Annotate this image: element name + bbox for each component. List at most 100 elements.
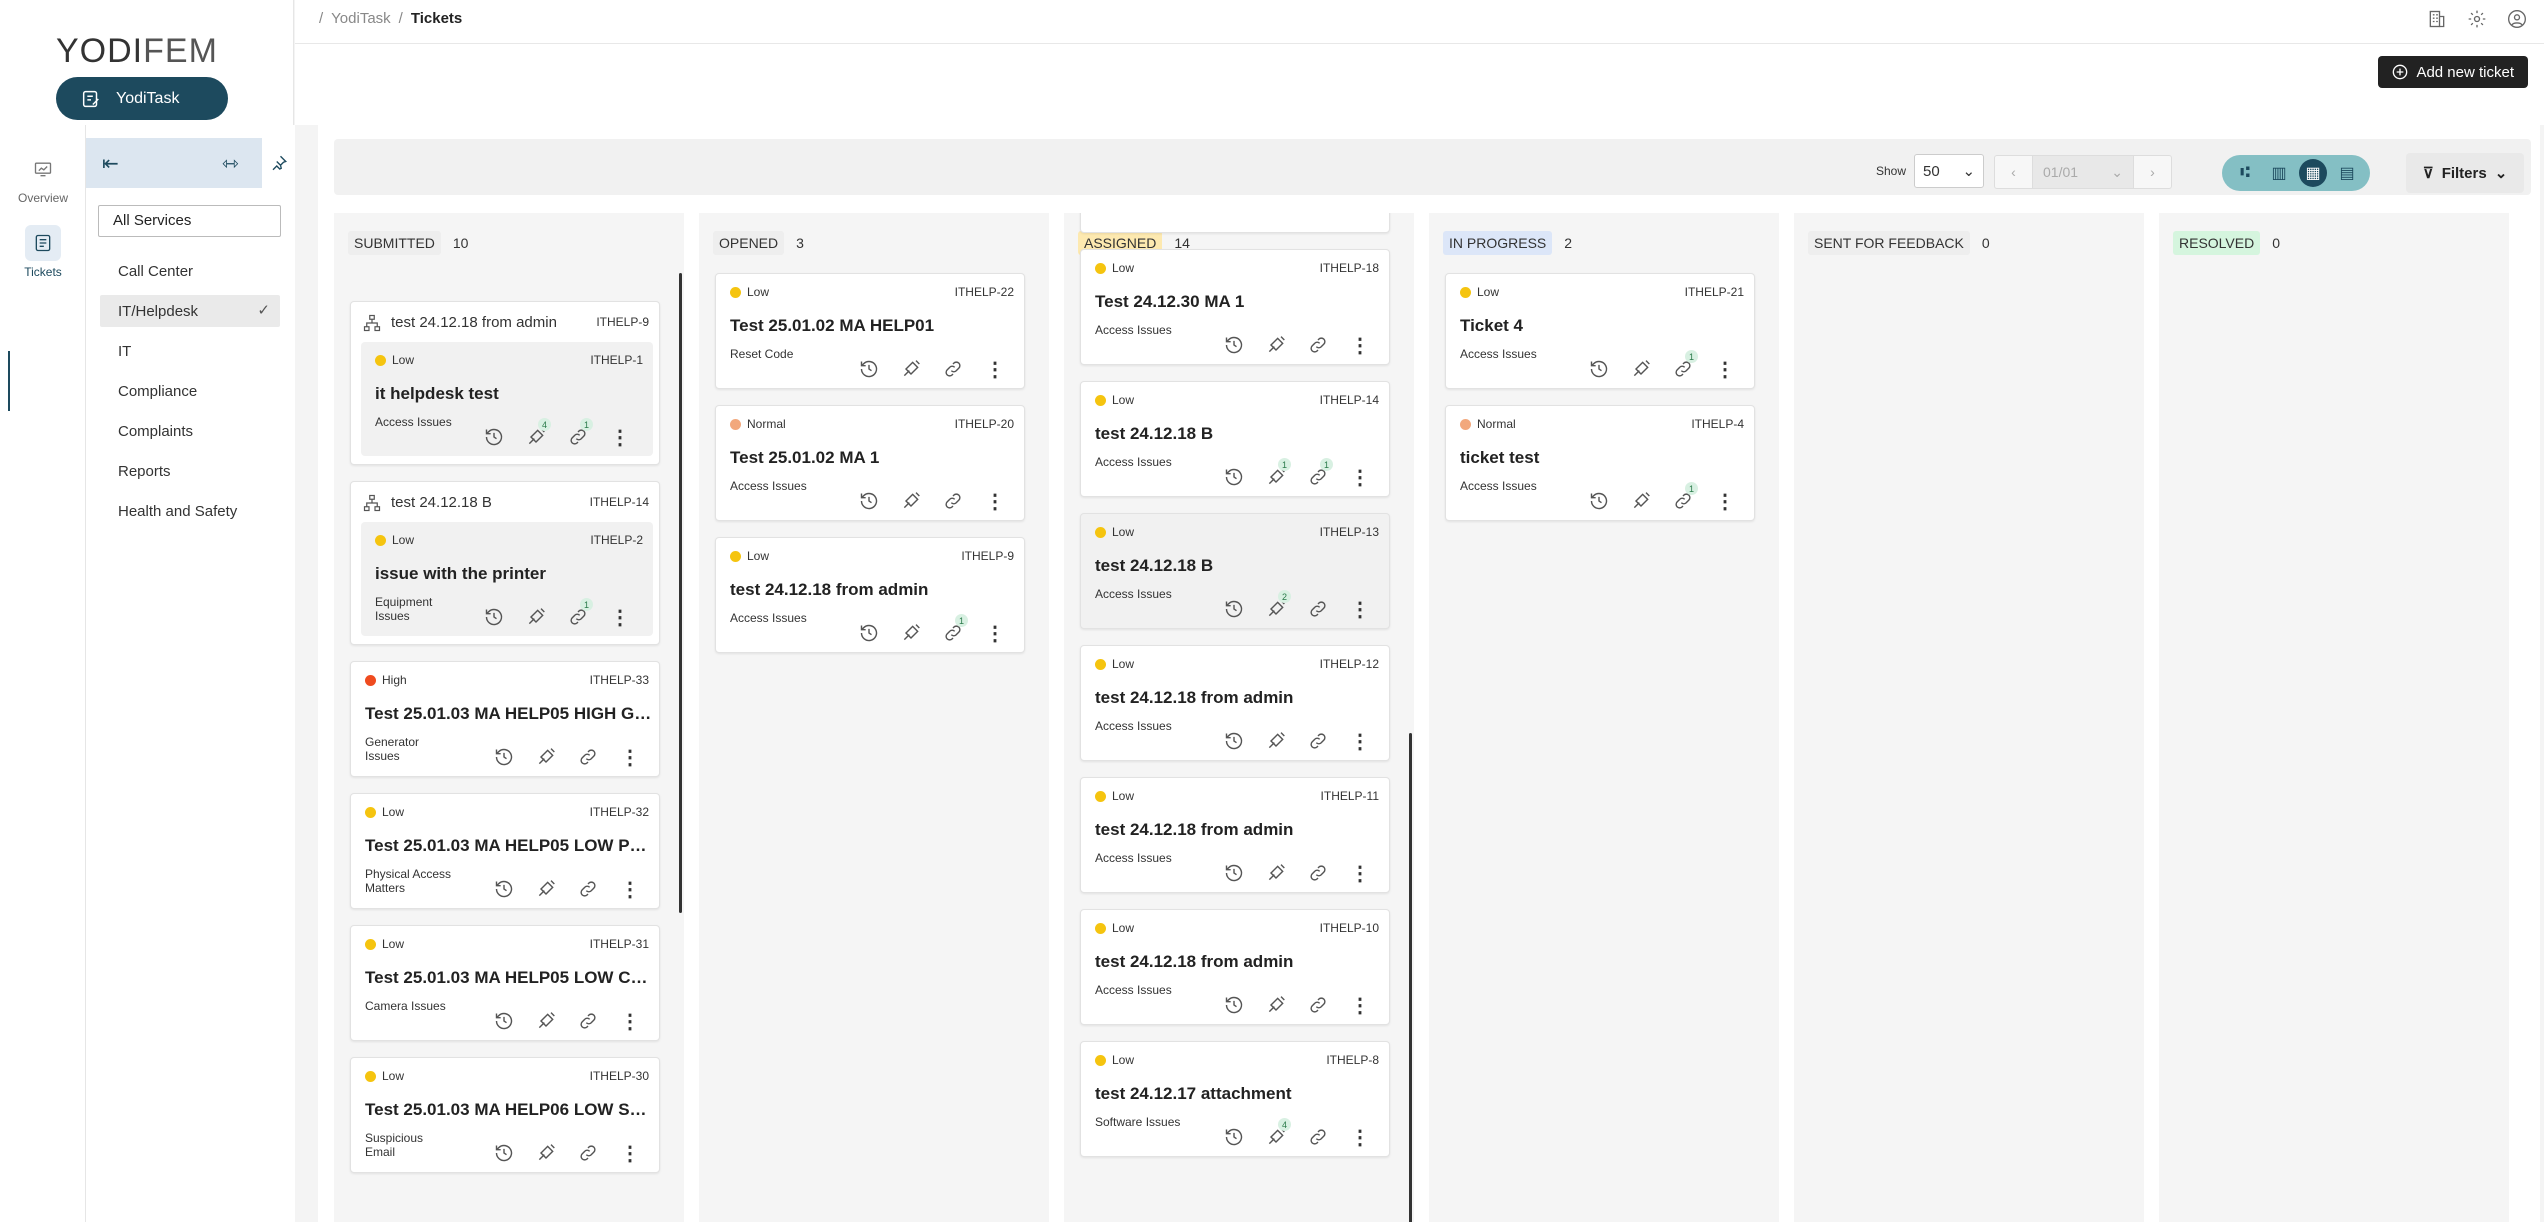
link-icon[interactable] bbox=[1305, 860, 1331, 886]
ticket-title[interactable]: Test 25.01.03 MA HELP05 LOW Physic... bbox=[365, 836, 655, 856]
link-icon[interactable]: 1 bbox=[1305, 458, 1333, 490]
history-icon[interactable] bbox=[1221, 860, 1247, 886]
link-icon[interactable]: 1 bbox=[1670, 350, 1698, 382]
rail-item-overview[interactable]: Overview bbox=[0, 151, 86, 205]
link-icon[interactable] bbox=[940, 488, 966, 514]
service-item-reports[interactable]: Reports bbox=[100, 455, 280, 487]
link-icon[interactable] bbox=[940, 356, 966, 382]
assign-icon[interactable] bbox=[533, 744, 559, 770]
ticket-title[interactable]: issue with the printer bbox=[375, 564, 665, 584]
history-icon[interactable] bbox=[491, 1140, 517, 1166]
history-icon[interactable] bbox=[1221, 596, 1247, 622]
ticket-card[interactable]: High ITHELP-33 Test 25.01.03 MA HELP05 HIG… bbox=[350, 661, 660, 777]
assign-icon[interactable] bbox=[1263, 992, 1289, 1018]
service-item-complaints[interactable]: Complaints bbox=[100, 415, 280, 447]
services-search-input[interactable]: All Services bbox=[98, 205, 281, 237]
more-options-icon[interactable]: ⋮ bbox=[982, 356, 1008, 382]
ticket-card[interactable]: Normal ITHELP-4 ticket test Access Issues 1 ⋮ bbox=[1445, 405, 1755, 521]
link-icon[interactable]: 1 bbox=[565, 418, 593, 450]
rail-item-tickets[interactable]: Tickets bbox=[0, 225, 86, 279]
ticket-card-partial[interactable] bbox=[1080, 213, 1390, 233]
ticket-card[interactable]: Low ITHELP-21 Ticket 4 Access Issues 1 ⋮ bbox=[1445, 273, 1755, 389]
more-options-icon[interactable]: ⋮ bbox=[1347, 332, 1373, 358]
link-icon[interactable] bbox=[1305, 332, 1331, 358]
more-options-icon[interactable]: ⋮ bbox=[1712, 488, 1738, 514]
more-options-icon[interactable]: ⋮ bbox=[1347, 1124, 1373, 1150]
history-icon[interactable] bbox=[1586, 488, 1612, 514]
ticket-title[interactable]: Test 25.01.03 MA HELP05 HIGH Gener... bbox=[365, 704, 655, 724]
assign-icon[interactable]: 4 bbox=[1263, 1118, 1291, 1150]
history-icon[interactable] bbox=[491, 744, 517, 770]
ticket-title[interactable]: test 24.12.17 attachment bbox=[1095, 1084, 1385, 1104]
child-ticket-card[interactable]: Low ITHELP-2 issue with the printer Equipme… bbox=[361, 522, 653, 636]
history-icon[interactable] bbox=[1221, 728, 1247, 754]
history-icon[interactable] bbox=[1221, 1124, 1247, 1150]
link-icon[interactable]: 1 bbox=[1670, 482, 1698, 514]
history-icon[interactable] bbox=[481, 424, 507, 450]
app-switch-button[interactable]: YodiTask bbox=[56, 77, 228, 120]
assign-icon[interactable]: 4 bbox=[523, 418, 551, 450]
ticket-card[interactable]: Low ITHELP-14 test 24.12.18 B Access Issues… bbox=[1080, 381, 1390, 497]
ticket-title[interactable]: Test 25.01.03 MA HELP06 LOW Suspic... bbox=[365, 1100, 655, 1120]
history-icon[interactable] bbox=[481, 604, 507, 630]
more-options-icon[interactable]: ⋮ bbox=[1347, 596, 1373, 622]
more-options-icon[interactable]: ⋮ bbox=[607, 424, 633, 450]
assign-icon[interactable] bbox=[1263, 728, 1289, 754]
history-icon[interactable] bbox=[856, 356, 882, 382]
service-item-call-center[interactable]: Call Center bbox=[100, 255, 280, 287]
ticket-card[interactable]: Low ITHELP-10 test 24.12.18 from admin Acce… bbox=[1080, 909, 1390, 1025]
more-options-icon[interactable]: ⋮ bbox=[1712, 356, 1738, 382]
resize-icon[interactable]: ⇿ bbox=[222, 151, 262, 176]
history-icon[interactable] bbox=[1221, 992, 1247, 1018]
link-icon[interactable] bbox=[575, 744, 601, 770]
service-item-health-and-safety[interactable]: Health and Safety bbox=[100, 495, 280, 527]
service-item-it-helpdesk[interactable]: IT/Helpdesk ✓ bbox=[100, 295, 280, 327]
assign-icon[interactable] bbox=[1628, 488, 1654, 514]
ticket-title[interactable]: ticket test bbox=[1460, 448, 1750, 468]
table-view-icon[interactable]: ▥ bbox=[2265, 159, 2293, 187]
ticket-title[interactable]: Test 25.01.02 MA HELP01 bbox=[730, 316, 1020, 336]
link-icon[interactable] bbox=[575, 876, 601, 902]
column-scrollbar[interactable] bbox=[679, 273, 682, 913]
tree-view-icon[interactable]: ⑆ bbox=[2231, 159, 2259, 187]
history-icon[interactable] bbox=[856, 620, 882, 646]
ticket-title[interactable]: Test 25.01.02 MA 1 bbox=[730, 448, 1020, 468]
ticket-card[interactable]: Low ITHELP-31 Test 25.01.03 MA HELP05 LOW … bbox=[350, 925, 660, 1041]
column-scrollbar[interactable] bbox=[1409, 733, 1412, 1222]
ticket-title[interactable]: it helpdesk test bbox=[375, 384, 665, 404]
ticket-title[interactable]: test 24.12.18 B bbox=[1095, 424, 1385, 444]
collapse-left-icon[interactable]: ⇤ bbox=[86, 151, 222, 176]
history-icon[interactable] bbox=[491, 1008, 517, 1034]
ticket-group-card[interactable]: test 24.12.18 from admin ITHELP-9 Low ITHEL… bbox=[350, 301, 660, 465]
more-options-icon[interactable]: ⋮ bbox=[982, 488, 1008, 514]
history-icon[interactable] bbox=[1586, 356, 1612, 382]
more-options-icon[interactable]: ⋮ bbox=[617, 876, 643, 902]
service-item-it[interactable]: IT bbox=[100, 335, 280, 367]
add-ticket-button[interactable]: Add new ticket bbox=[2378, 56, 2528, 88]
history-icon[interactable] bbox=[1221, 332, 1247, 358]
more-options-icon[interactable]: ⋮ bbox=[1347, 728, 1373, 754]
history-icon[interactable] bbox=[491, 876, 517, 902]
ticket-title[interactable]: test 24.12.18 from admin bbox=[1095, 952, 1385, 972]
assign-icon[interactable] bbox=[898, 488, 924, 514]
link-icon[interactable] bbox=[1305, 1124, 1331, 1150]
pin-icon[interactable] bbox=[262, 138, 295, 188]
assign-icon[interactable] bbox=[533, 1140, 559, 1166]
assign-icon[interactable]: 1 bbox=[1263, 458, 1291, 490]
assign-icon[interactable] bbox=[898, 356, 924, 382]
ticket-title[interactable]: Ticket 4 bbox=[1460, 316, 1750, 336]
assign-icon[interactable] bbox=[533, 876, 559, 902]
more-options-icon[interactable]: ⋮ bbox=[1347, 992, 1373, 1018]
ticket-card[interactable]: Low ITHELP-30 Test 25.01.03 MA HELP06 LOW … bbox=[350, 1057, 660, 1173]
group-title[interactable]: test 24.12.18 from admin bbox=[391, 314, 557, 331]
ticket-title[interactable]: test 24.12.18 from admin bbox=[1095, 688, 1385, 708]
assign-icon[interactable] bbox=[533, 1008, 559, 1034]
ticket-card[interactable]: Low ITHELP-32 Test 25.01.03 MA HELP05 LOW … bbox=[350, 793, 660, 909]
history-icon[interactable] bbox=[856, 488, 882, 514]
link-icon[interactable]: 1 bbox=[940, 614, 968, 646]
service-item-compliance[interactable]: Compliance bbox=[100, 375, 280, 407]
link-icon[interactable] bbox=[1305, 596, 1331, 622]
link-icon[interactable]: 1 bbox=[565, 598, 593, 630]
ticket-title[interactable]: test 24.12.18 from admin bbox=[1095, 820, 1385, 840]
ticket-card[interactable]: Low ITHELP-12 test 24.12.18 from admin Acce… bbox=[1080, 645, 1390, 761]
